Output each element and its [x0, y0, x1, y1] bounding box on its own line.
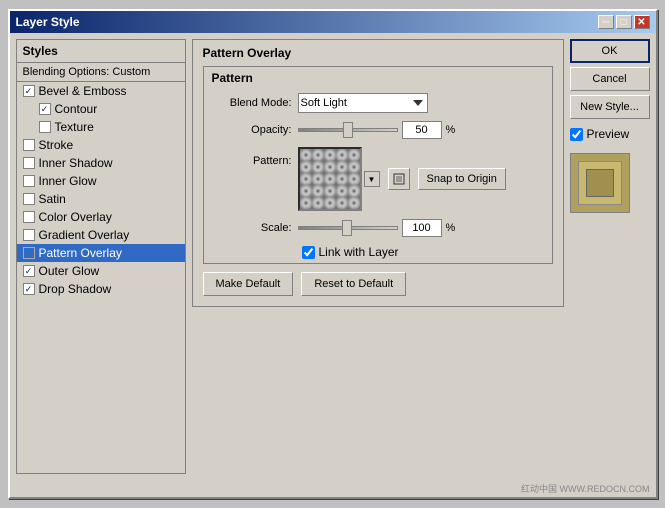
opacity-label: Opacity: — [212, 124, 292, 136]
pattern-sub-title: Pattern — [212, 71, 544, 85]
preview-square — [586, 169, 614, 197]
stroke-label: Stroke — [39, 138, 74, 152]
reset-to-default-button[interactable]: Reset to Default — [301, 272, 406, 296]
gradient-overlay-checkbox[interactable] — [23, 229, 35, 241]
left-panel: Styles Blending Options: Custom Bevel & … — [16, 39, 186, 474]
watermark: 红动中国 WWW.REDOCN.COM — [10, 480, 656, 497]
pattern-row: Pattern: ▼ — [212, 147, 544, 211]
pattern-inner-section: Pattern Blend Mode: Soft Light Normal Mu… — [203, 66, 553, 264]
color-overlay-label: Color Overlay — [39, 210, 112, 224]
link-row: Link with Layer — [302, 245, 544, 259]
satin-label: Satin — [39, 192, 66, 206]
contour-label: Contour — [55, 102, 98, 116]
snap-to-origin-button[interactable]: Snap to Origin — [418, 168, 506, 190]
drop-shadow-label: Drop Shadow — [39, 282, 112, 296]
stroke-checkbox[interactable] — [23, 139, 35, 151]
opacity-slider-container: % — [298, 121, 456, 139]
make-default-button[interactable]: Make Default — [203, 272, 294, 296]
cancel-button[interactable]: Cancel — [570, 67, 650, 91]
styles-label: Styles — [17, 40, 185, 63]
blending-options-label[interactable]: Blending Options: Custom — [17, 63, 185, 82]
sidebar-item-color-overlay[interactable]: Color Overlay — [17, 208, 185, 226]
right-panel: OK Cancel New Style... Preview — [570, 39, 650, 474]
bevel-emboss-checkbox[interactable] — [23, 85, 35, 97]
pattern-label: Pattern: — [212, 155, 292, 167]
drop-shadow-checkbox[interactable] — [23, 283, 35, 295]
pattern-dropdown-button[interactable]: ▼ — [364, 171, 380, 187]
pattern-preview[interactable] — [298, 147, 362, 211]
title-bar: Layer Style ─ □ ✕ — [10, 11, 656, 33]
link-with-layer-label: Link with Layer — [319, 245, 399, 259]
sidebar-item-stroke[interactable]: Stroke — [17, 136, 185, 154]
sidebar-item-inner-glow[interactable]: Inner Glow — [17, 172, 185, 190]
satin-checkbox[interactable] — [23, 193, 35, 205]
pattern-overlay-label: Pattern Overlay — [39, 246, 122, 260]
opacity-percent: % — [446, 124, 456, 136]
inner-glow-label: Inner Glow — [39, 174, 97, 188]
opacity-slider[interactable] — [298, 128, 398, 132]
scale-slider-container: % — [298, 219, 456, 237]
inner-glow-checkbox[interactable] — [23, 175, 35, 187]
scale-row: Scale: % — [212, 219, 544, 237]
sidebar-item-bevel-emboss[interactable]: Bevel & Emboss — [17, 82, 185, 100]
opacity-input[interactable] — [402, 121, 442, 139]
scale-slider[interactable] — [298, 226, 398, 230]
bevel-emboss-label: Bevel & Emboss — [39, 84, 127, 98]
inner-shadow-label: Inner Shadow — [39, 156, 113, 170]
pattern-options-button[interactable] — [388, 168, 410, 190]
pattern-overlay-title: Pattern Overlay — [203, 46, 553, 60]
blend-mode-row: Blend Mode: Soft Light Normal Multiply S… — [212, 93, 544, 113]
texture-label: Texture — [55, 120, 94, 134]
link-with-layer-checkbox[interactable] — [302, 246, 315, 259]
preview-thumbnail — [570, 153, 630, 213]
preview-row: Preview — [570, 127, 650, 141]
bottom-buttons: Make Default Reset to Default — [203, 272, 553, 296]
sidebar-item-inner-shadow[interactable]: Inner Shadow — [17, 154, 185, 172]
pattern-overlay-section: Pattern Overlay Pattern Blend Mode: Soft… — [192, 39, 564, 307]
gradient-overlay-label: Gradient Overlay — [39, 228, 130, 242]
preview-inner — [578, 161, 622, 205]
sidebar-item-texture[interactable]: Texture — [17, 118, 185, 136]
opacity-row: Opacity: % — [212, 121, 544, 139]
sidebar-item-gradient-overlay[interactable]: Gradient Overlay — [17, 226, 185, 244]
minimize-button[interactable]: ─ — [598, 15, 614, 29]
maximize-button[interactable]: □ — [616, 15, 632, 29]
pattern-overlay-checkbox[interactable] — [23, 247, 35, 259]
outer-glow-label: Outer Glow — [39, 264, 100, 278]
outer-glow-checkbox[interactable] — [23, 265, 35, 277]
sidebar-item-outer-glow[interactable]: Outer Glow — [17, 262, 185, 280]
scale-label: Scale: — [212, 222, 292, 234]
middle-panel: Pattern Overlay Pattern Blend Mode: Soft… — [192, 39, 564, 474]
color-overlay-checkbox[interactable] — [23, 211, 35, 223]
blend-mode-select[interactable]: Soft Light Normal Multiply Screen Overla… — [298, 93, 428, 113]
dialog-body: Styles Blending Options: Custom Bevel & … — [10, 33, 656, 480]
contour-checkbox[interactable] — [39, 103, 51, 115]
pattern-preview-container: ▼ Snap to Origin — [298, 147, 506, 211]
scale-input[interactable] — [402, 219, 442, 237]
preview-label: Preview — [587, 127, 630, 141]
texture-checkbox[interactable] — [39, 121, 51, 133]
layer-style-dialog: Layer Style ─ □ ✕ Styles Blending Option… — [8, 9, 658, 499]
sidebar-item-drop-shadow[interactable]: Drop Shadow — [17, 280, 185, 298]
new-style-button[interactable]: New Style... — [570, 95, 650, 119]
ok-button[interactable]: OK — [570, 39, 650, 63]
inner-shadow-checkbox[interactable] — [23, 157, 35, 169]
sidebar-item-contour[interactable]: Contour — [17, 100, 185, 118]
preview-checkbox[interactable] — [570, 128, 583, 141]
title-bar-buttons: ─ □ ✕ — [598, 15, 650, 29]
sidebar-item-pattern-overlay[interactable]: Pattern Overlay — [17, 244, 185, 262]
blend-mode-label: Blend Mode: — [212, 97, 292, 109]
close-button[interactable]: ✕ — [634, 15, 650, 29]
dialog-title: Layer Style — [16, 15, 80, 29]
scale-percent: % — [446, 222, 456, 234]
sidebar-item-satin[interactable]: Satin — [17, 190, 185, 208]
